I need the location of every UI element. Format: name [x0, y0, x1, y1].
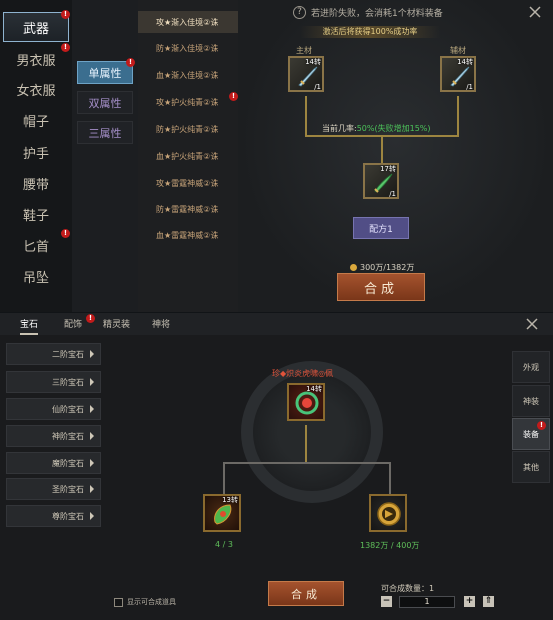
tab-generals[interactable]: 神将: [152, 317, 170, 330]
chevron-right-icon: [90, 350, 94, 358]
category-weapon[interactable]: 武器!: [3, 10, 70, 42]
equipment-advance-panel: 武器! 男衣服! 女衣服 帽子 护手 腰带 鞋子 匕首! 吊坠 单属性! 双属性…: [0, 0, 553, 312]
main-material-label: 主材: [296, 46, 312, 55]
tier-item[interactable]: 魔阶宝石: [6, 452, 101, 474]
connector-line: [457, 96, 459, 136]
connector-line: [305, 425, 307, 463]
close-icon[interactable]: [525, 317, 539, 331]
recipe-item[interactable]: 血★渐入佳境②诛: [138, 64, 238, 86]
category-pendant[interactable]: 吊坠: [3, 261, 69, 291]
decrease-button[interactable]: −: [381, 596, 392, 607]
ingredient-progress: 4 / 3: [215, 540, 233, 549]
attribute-triple[interactable]: 三属性: [77, 121, 133, 144]
chevron-right-icon: [90, 485, 94, 493]
recipe-item[interactable]: 防★护火纯青②诛: [138, 118, 238, 140]
aux-material-label: 辅材: [450, 46, 466, 55]
main-material-slot[interactable]: 14转 /1: [288, 56, 324, 92]
attribute-double[interactable]: 双属性: [77, 91, 133, 114]
gold-coin-icon: [377, 502, 401, 526]
ingredient-gem-slot[interactable]: 13转: [203, 494, 241, 532]
checkbox[interactable]: [114, 597, 123, 607]
recipe-button[interactable]: 配方1: [353, 217, 409, 239]
tab-accessories[interactable]: 配饰!: [64, 314, 95, 330]
side-tab-divine-gear[interactable]: 神装: [512, 385, 550, 417]
connector-line: [305, 462, 307, 463]
tier-item[interactable]: 二阶宝石: [6, 343, 101, 365]
max-button[interactable]: ⇑: [483, 596, 494, 607]
aux-material-slot[interactable]: 14转 /1: [440, 56, 476, 92]
category-dagger[interactable]: 匕首!: [3, 229, 70, 260]
success-rate-banner: 激活后将获得100%成功率: [300, 26, 440, 38]
chevron-right-icon: [90, 459, 94, 467]
category-list: 武器! 男衣服! 女衣服 帽子 护手 腰带 鞋子 匕首! 吊坠: [0, 0, 72, 312]
currency-slot[interactable]: [369, 494, 407, 532]
cost-display: 300万/1382万: [350, 262, 414, 273]
failure-hint: ? 若进阶失败，会消耗1个材料装备: [293, 6, 443, 19]
category-male-clothes[interactable]: 男衣服!: [3, 43, 70, 74]
connector-line: [305, 96, 307, 136]
currency-progress: 1382万 / 400万: [360, 541, 420, 550]
side-tab-appearance[interactable]: 外观: [512, 351, 550, 383]
tier-item[interactable]: 圣阶宝石: [6, 478, 101, 500]
alert-badge: !: [126, 58, 135, 67]
alert-badge: !: [537, 421, 546, 430]
chevron-right-icon: [90, 378, 94, 386]
chevron-right-icon: [90, 432, 94, 440]
recipe-item[interactable]: 攻★雷霆神威②诛: [138, 172, 238, 194]
tier-item[interactable]: 三阶宝石: [6, 371, 101, 393]
recipe-item[interactable]: 血★雷霆神威②诛: [138, 224, 238, 246]
advance-workspace: ? 若进阶失败，会消耗1个材料装备 激活后将获得100%成功率 主材 辅材 14…: [238, 0, 553, 312]
quantity-label: 可合成数量：1: [381, 584, 435, 593]
category-gloves[interactable]: 护手: [3, 137, 69, 167]
quantity-input[interactable]: 1: [399, 596, 455, 608]
coin-icon: [350, 264, 357, 271]
recipe-item[interactable]: 血★护火纯青②诛: [138, 145, 238, 167]
category-belt[interactable]: 腰带: [3, 168, 69, 198]
attribute-single[interactable]: 单属性!: [77, 58, 135, 84]
chevron-right-icon: [90, 405, 94, 413]
side-tab-equipment[interactable]: 装备!: [512, 418, 550, 450]
connector-line: [389, 462, 391, 494]
recipe-item[interactable]: 防★雷霆神威②诛: [138, 198, 238, 220]
alert-badge: !: [61, 229, 70, 238]
recipe-list: 攻★渐入佳境②诛 防★渐入佳境②诛 血★渐入佳境②诛 攻★护火纯青②诛! 防★护…: [138, 0, 238, 312]
tab-spirit-gear[interactable]: 精灵装: [103, 317, 130, 330]
alert-badge: !: [229, 92, 238, 101]
success-rate: 当前几率:50%(失败增加15%): [322, 124, 431, 133]
connector-line: [381, 135, 383, 163]
attribute-list: 单属性! 双属性 三属性: [72, 0, 138, 312]
alert-badge: !: [61, 43, 70, 52]
synthesize-button[interactable]: 合成: [268, 581, 344, 606]
synthesize-button[interactable]: 合成: [337, 273, 425, 301]
alert-badge: !: [86, 314, 95, 323]
close-icon[interactable]: [527, 4, 543, 20]
recipe-item[interactable]: 攻★护火纯青②诛!: [138, 91, 238, 113]
gem-synthesis-panel: 宝石 配饰! 精灵装 神将 二阶宝石 三阶宝石 仙阶宝石 神阶宝石 魔阶宝石 圣…: [0, 313, 553, 620]
recipe-item[interactable]: 防★渐入佳境②诛: [138, 37, 238, 59]
category-shoes[interactable]: 鞋子: [3, 199, 69, 229]
tab-bar: 宝石 配饰! 精灵装 神将: [0, 313, 553, 335]
increase-button[interactable]: +: [464, 596, 475, 607]
tier-item[interactable]: 仙阶宝石: [6, 398, 101, 420]
target-item-name: 珍◆炽炎虎啸◎佩: [272, 369, 334, 378]
connector-line: [223, 462, 225, 494]
category-hat[interactable]: 帽子: [3, 105, 69, 135]
show-synthesizable-checkbox[interactable]: 显示可合成道具: [114, 597, 176, 607]
game-screen: 武器! 男衣服! 女衣服 帽子 护手 腰带 鞋子 匕首! 吊坠 单属性! 双属性…: [0, 0, 553, 620]
tier-item[interactable]: 神阶宝石: [6, 425, 101, 447]
result-slot[interactable]: 17转 /1: [363, 163, 399, 199]
result-gem-slot[interactable]: 14转: [287, 383, 325, 421]
category-female-clothes[interactable]: 女衣服: [3, 74, 69, 104]
help-icon[interactable]: ?: [293, 6, 306, 19]
tier-item[interactable]: 尊阶宝石: [6, 505, 101, 527]
recipe-item[interactable]: 攻★渐入佳境②诛: [138, 11, 238, 33]
chevron-right-icon: [90, 512, 94, 520]
side-tab-other[interactable]: 其他: [512, 451, 550, 483]
alert-badge: !: [61, 10, 70, 19]
tab-gems[interactable]: 宝石: [20, 317, 39, 335]
